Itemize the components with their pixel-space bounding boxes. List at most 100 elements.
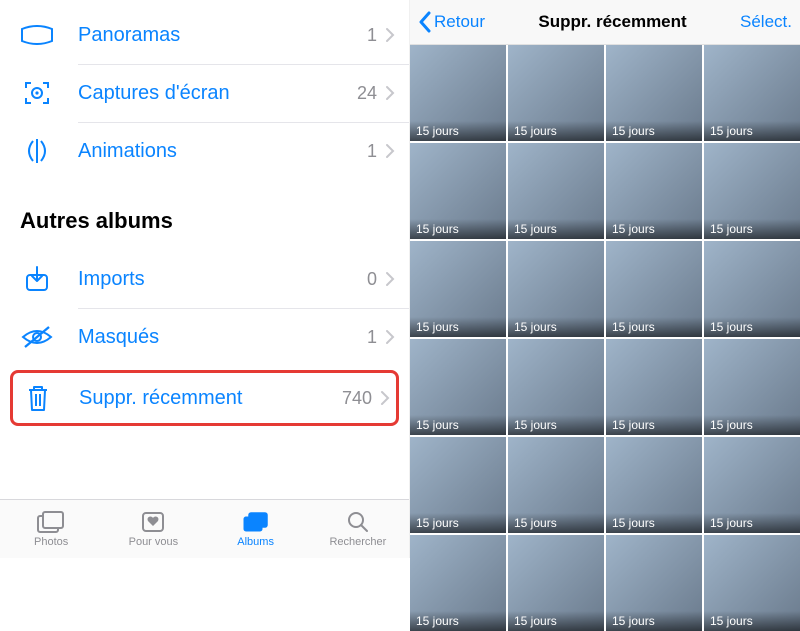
days-remaining-badge: 15 jours	[606, 121, 702, 141]
days-remaining-badge: 15 jours	[508, 317, 604, 337]
nav-bar: Retour Suppr. récemment Sélect.	[410, 0, 800, 45]
photo-thumbnail[interactable]: 15 jours	[410, 339, 506, 435]
days-remaining-badge: 15 jours	[606, 611, 702, 631]
album-label: Captures d'écran	[78, 82, 357, 105]
days-remaining-badge: 15 jours	[704, 513, 800, 533]
chevron-right-icon	[385, 329, 395, 345]
photo-thumbnail[interactable]: 15 jours	[704, 535, 800, 631]
album-label: Panoramas	[78, 24, 367, 47]
other-albums-header: Autres albums	[0, 180, 409, 244]
photo-grid: 15 jours15 jours15 jours15 jours15 jours…	[410, 45, 800, 631]
tab-label: Albums	[237, 536, 274, 548]
animations-icon	[20, 136, 54, 166]
panorama-icon	[20, 20, 54, 50]
chevron-right-icon	[385, 143, 395, 159]
photo-thumbnail[interactable]: 15 jours	[508, 143, 604, 239]
photo-thumbnail[interactable]: 15 jours	[508, 45, 604, 141]
photo-thumbnail[interactable]: 15 jours	[410, 535, 506, 631]
photo-thumbnail[interactable]: 15 jours	[704, 143, 800, 239]
photo-thumbnail[interactable]: 15 jours	[606, 241, 702, 337]
days-remaining-badge: 15 jours	[704, 317, 800, 337]
days-remaining-badge: 15 jours	[410, 513, 506, 533]
album-row-panoramas[interactable]: Panoramas1	[0, 6, 409, 64]
album-count: 0	[367, 269, 377, 290]
tab-label: Photos	[34, 536, 68, 548]
imports-icon	[20, 264, 54, 294]
trash-icon	[21, 383, 55, 413]
back-button[interactable]: Retour	[418, 11, 485, 33]
hidden-icon	[20, 322, 54, 352]
album-label: Imports	[78, 268, 367, 291]
photo-thumbnail[interactable]: 15 jours	[704, 339, 800, 435]
album-count: 1	[367, 327, 377, 348]
other-albums-list: Imports0Masqués1Suppr. récemment740	[0, 244, 409, 426]
recently-deleted-screen: Retour Suppr. récemment Sélect. 15 jours…	[410, 0, 800, 558]
days-remaining-badge: 15 jours	[606, 317, 702, 337]
tab-bar: Photos Pour vous Albums Rechercher	[0, 499, 409, 558]
album-label: Masqués	[78, 326, 367, 349]
chevron-right-icon	[385, 271, 395, 287]
photo-thumbnail[interactable]: 15 jours	[410, 45, 506, 141]
chevron-right-icon	[385, 85, 395, 101]
album-count: 1	[367, 25, 377, 46]
album-label: Animations	[78, 140, 367, 163]
photo-thumbnail[interactable]: 15 jours	[606, 45, 702, 141]
tab-label: Rechercher	[329, 536, 386, 548]
back-label: Retour	[434, 12, 485, 32]
album-count: 740	[342, 388, 372, 409]
album-count: 24	[357, 83, 377, 104]
photo-thumbnail[interactable]: 15 jours	[704, 241, 800, 337]
select-button[interactable]: Sélect.	[740, 12, 792, 32]
media-types-list: Panoramas1Captures d'écran24Animations1	[0, 0, 409, 180]
tab-pour-vous[interactable]: Pour vous	[102, 500, 204, 558]
days-remaining-badge: 15 jours	[704, 219, 800, 239]
chevron-right-icon	[385, 27, 395, 43]
days-remaining-badge: 15 jours	[606, 415, 702, 435]
photo-thumbnail[interactable]: 15 jours	[606, 339, 702, 435]
days-remaining-badge: 15 jours	[410, 317, 506, 337]
screenshot-icon	[20, 78, 54, 108]
photo-thumbnail[interactable]: 15 jours	[606, 535, 702, 631]
days-remaining-badge: 15 jours	[704, 415, 800, 435]
album-row-masqu-s[interactable]: Masqués1	[0, 308, 409, 366]
photo-thumbnail[interactable]: 15 jours	[410, 143, 506, 239]
photo-thumbnail[interactable]: 15 jours	[508, 339, 604, 435]
photo-thumbnail[interactable]: 15 jours	[410, 437, 506, 533]
album-row-imports[interactable]: Imports0	[0, 250, 409, 308]
days-remaining-badge: 15 jours	[508, 219, 604, 239]
foryou-tab-icon	[141, 510, 165, 534]
days-remaining-badge: 15 jours	[606, 513, 702, 533]
photo-thumbnail[interactable]: 15 jours	[508, 241, 604, 337]
album-row-suppr-r-cemment[interactable]: Suppr. récemment740	[10, 370, 399, 426]
photo-thumbnail[interactable]: 15 jours	[704, 437, 800, 533]
album-count: 1	[367, 141, 377, 162]
chevron-right-icon	[380, 390, 390, 406]
photo-thumbnail[interactable]: 15 jours	[606, 437, 702, 533]
tab-label: Pour vous	[129, 536, 179, 548]
days-remaining-badge: 15 jours	[508, 611, 604, 631]
photo-thumbnail[interactable]: 15 jours	[606, 143, 702, 239]
tab-albums[interactable]: Albums	[205, 500, 307, 558]
days-remaining-badge: 15 jours	[508, 513, 604, 533]
days-remaining-badge: 15 jours	[410, 219, 506, 239]
days-remaining-badge: 15 jours	[508, 121, 604, 141]
tab-photos[interactable]: Photos	[0, 500, 102, 558]
days-remaining-badge: 15 jours	[410, 121, 506, 141]
photo-thumbnail[interactable]: 15 jours	[410, 241, 506, 337]
album-label: Suppr. récemment	[79, 387, 342, 410]
photos-tab-icon	[37, 510, 65, 534]
album-row-captures-d-cran[interactable]: Captures d'écran24	[0, 64, 409, 122]
days-remaining-badge: 15 jours	[704, 121, 800, 141]
search-tab-icon	[346, 510, 370, 534]
albums-tab-icon	[242, 510, 270, 534]
album-row-animations[interactable]: Animations1	[0, 122, 409, 180]
tab-rechercher[interactable]: Rechercher	[307, 500, 409, 558]
nav-title: Suppr. récemment	[538, 12, 686, 32]
photo-thumbnail[interactable]: 15 jours	[508, 535, 604, 631]
days-remaining-badge: 15 jours	[704, 611, 800, 631]
days-remaining-badge: 15 jours	[508, 415, 604, 435]
photo-thumbnail[interactable]: 15 jours	[508, 437, 604, 533]
days-remaining-badge: 15 jours	[606, 219, 702, 239]
albums-screen: Panoramas1Captures d'écran24Animations1 …	[0, 0, 410, 558]
photo-thumbnail[interactable]: 15 jours	[704, 45, 800, 141]
